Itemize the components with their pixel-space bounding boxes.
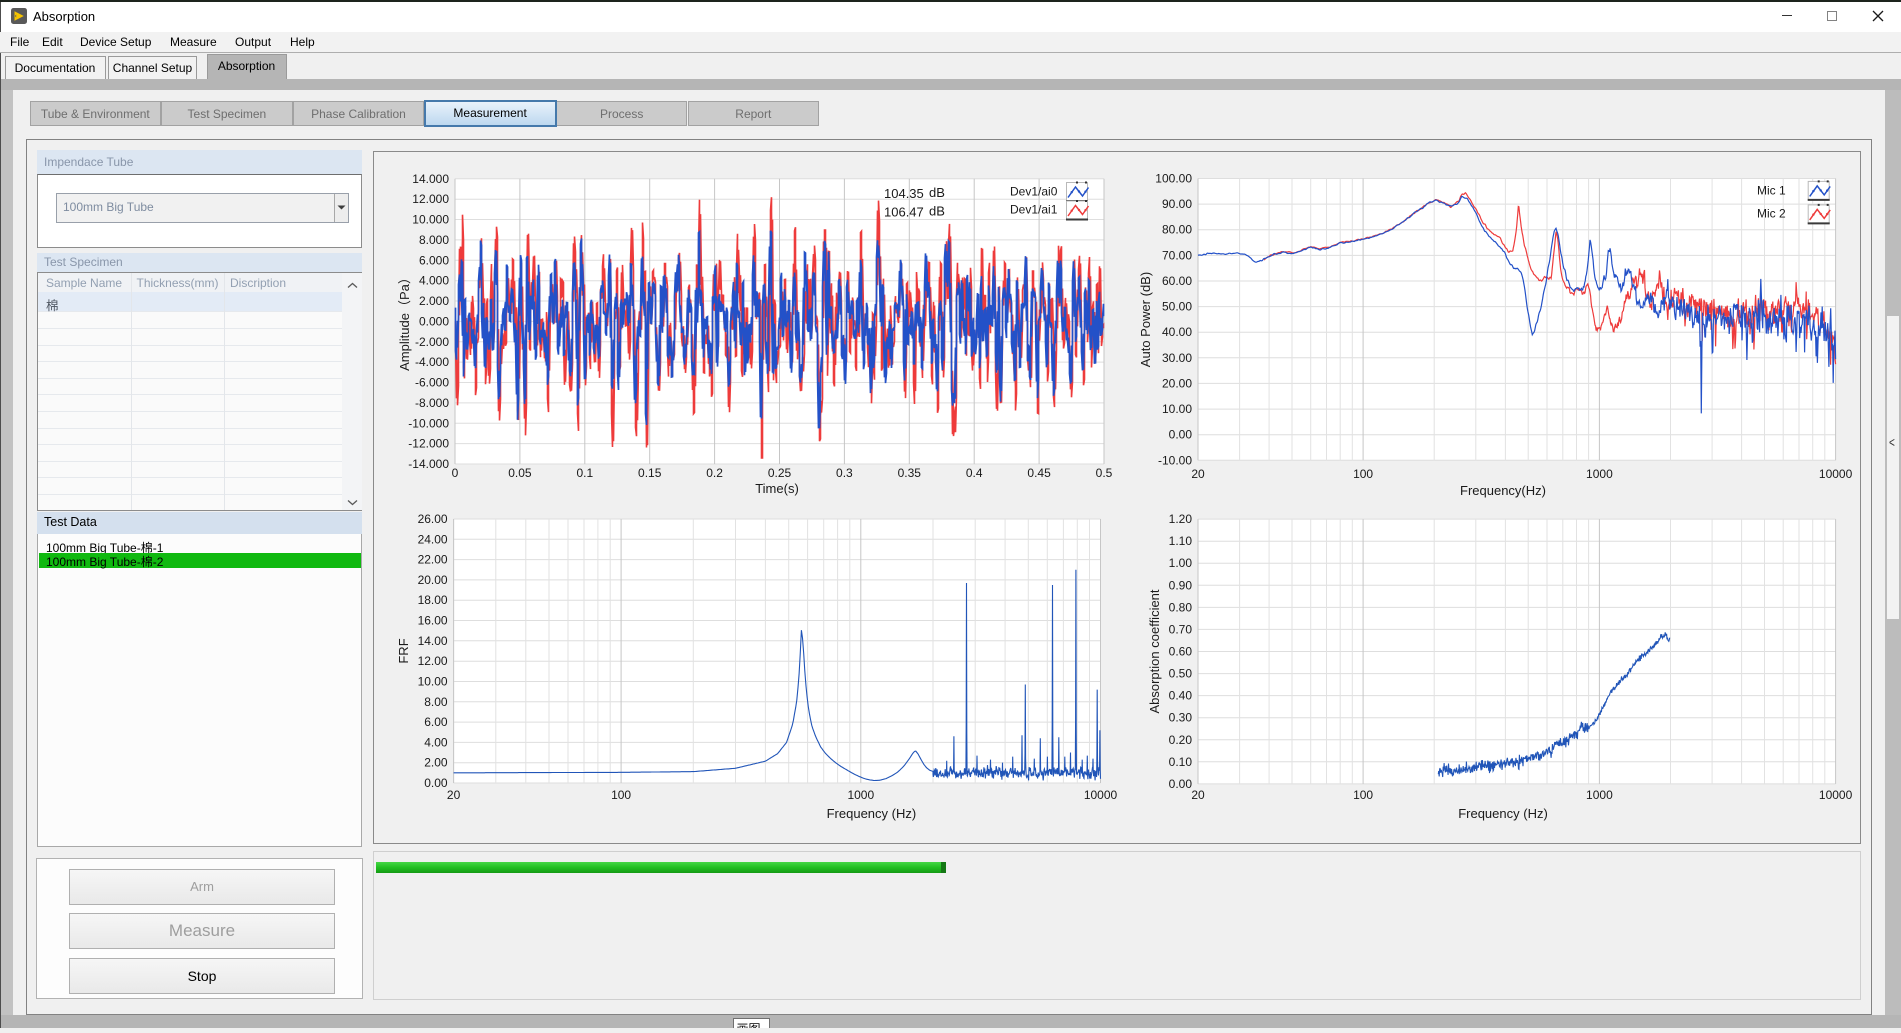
svg-text:-10.000: -10.000 xyxy=(408,416,449,430)
svg-text:14.000: 14.000 xyxy=(412,172,449,186)
svg-text:10.000: 10.000 xyxy=(412,213,449,227)
svg-text:6.000: 6.000 xyxy=(419,253,449,267)
svg-text:0.1: 0.1 xyxy=(576,466,593,480)
svg-text:6.00: 6.00 xyxy=(424,715,448,729)
svg-text:70.00: 70.00 xyxy=(1162,248,1192,262)
svg-text:4.00: 4.00 xyxy=(424,735,448,749)
svg-text:Frequency (Hz): Frequency (Hz) xyxy=(1458,806,1548,821)
svg-text:Mic 2: Mic 2 xyxy=(1757,207,1786,221)
svg-text:1000: 1000 xyxy=(847,788,874,802)
svg-text:16.00: 16.00 xyxy=(418,614,448,628)
svg-text:-10.00: -10.00 xyxy=(1158,453,1192,467)
svg-text:0.00: 0.00 xyxy=(424,776,448,790)
svg-text:0.25: 0.25 xyxy=(768,466,792,480)
svg-text:14.00: 14.00 xyxy=(418,634,448,648)
svg-text:4.000: 4.000 xyxy=(419,274,449,288)
svg-text:20.00: 20.00 xyxy=(1162,376,1192,390)
svg-text:dB: dB xyxy=(929,204,945,219)
svg-text:0.60: 0.60 xyxy=(1169,645,1193,659)
svg-text:20: 20 xyxy=(1191,467,1205,481)
svg-text:10.00: 10.00 xyxy=(1162,402,1192,416)
svg-text:0.000: 0.000 xyxy=(419,314,449,328)
svg-text:1000: 1000 xyxy=(1586,788,1613,802)
svg-text:0.3: 0.3 xyxy=(836,466,853,480)
svg-text:0.00: 0.00 xyxy=(1169,428,1193,442)
svg-text:Amplitude（Pa）: Amplitude（Pa） xyxy=(397,271,412,371)
svg-text:0.80: 0.80 xyxy=(1169,600,1193,614)
svg-text:Auto Power (dB): Auto Power (dB) xyxy=(1138,272,1153,367)
svg-text:8.00: 8.00 xyxy=(424,695,448,709)
svg-text:104.35: 104.35 xyxy=(884,186,924,201)
svg-text:Dev1/ai0: Dev1/ai0 xyxy=(1010,185,1058,199)
svg-text:Mic 1: Mic 1 xyxy=(1757,184,1786,198)
svg-text:dB: dB xyxy=(929,185,945,200)
svg-text:1.10: 1.10 xyxy=(1169,534,1193,548)
svg-text:22.00: 22.00 xyxy=(418,553,448,567)
svg-text:0.50: 0.50 xyxy=(1169,667,1193,681)
svg-text:-6.000: -6.000 xyxy=(415,376,449,390)
svg-text:80.00: 80.00 xyxy=(1162,223,1192,237)
svg-text:106.47: 106.47 xyxy=(884,205,924,220)
svg-text:0.5: 0.5 xyxy=(1096,466,1113,480)
svg-text:0.90: 0.90 xyxy=(1169,578,1193,592)
svg-text:0: 0 xyxy=(452,466,459,480)
svg-text:2.00: 2.00 xyxy=(424,756,448,770)
svg-text:60.00: 60.00 xyxy=(1162,274,1192,288)
svg-text:10000: 10000 xyxy=(1084,788,1118,802)
svg-text:40.00: 40.00 xyxy=(1162,325,1192,339)
svg-text:0.30: 0.30 xyxy=(1169,711,1193,725)
svg-text:10000: 10000 xyxy=(1819,467,1853,481)
svg-text:-8.000: -8.000 xyxy=(415,396,449,410)
svg-text:8.000: 8.000 xyxy=(419,233,449,247)
svg-text:0.70: 0.70 xyxy=(1169,622,1193,636)
svg-text:0.05: 0.05 xyxy=(508,466,532,480)
svg-text:20: 20 xyxy=(447,788,461,802)
svg-text:-4.000: -4.000 xyxy=(415,355,449,369)
svg-text:90.00: 90.00 xyxy=(1162,197,1192,211)
svg-text:Time(s): Time(s) xyxy=(755,481,799,496)
svg-text:0.15: 0.15 xyxy=(638,466,662,480)
svg-text:FRF: FRF xyxy=(396,638,411,663)
svg-text:0.20: 0.20 xyxy=(1169,733,1193,747)
svg-text:12.00: 12.00 xyxy=(418,654,448,668)
svg-text:1.00: 1.00 xyxy=(1169,556,1193,570)
svg-text:-14.000: -14.000 xyxy=(408,457,449,471)
svg-text:Frequency (Hz): Frequency (Hz) xyxy=(827,806,917,821)
svg-text:100.00: 100.00 xyxy=(1155,172,1192,186)
svg-text:Dev1/ai1: Dev1/ai1 xyxy=(1010,203,1058,217)
svg-text:100: 100 xyxy=(1353,467,1373,481)
svg-text:-2.000: -2.000 xyxy=(415,335,449,349)
svg-text:30.00: 30.00 xyxy=(1162,351,1192,365)
svg-text:0.4: 0.4 xyxy=(966,466,983,480)
svg-text:Absorption coefficient: Absorption coefficient xyxy=(1147,589,1162,713)
svg-text:20: 20 xyxy=(1191,788,1205,802)
svg-text:0.2: 0.2 xyxy=(706,466,723,480)
svg-text:100: 100 xyxy=(1353,788,1373,802)
svg-text:-12.000: -12.000 xyxy=(408,437,449,451)
svg-text:10.00: 10.00 xyxy=(418,675,448,689)
svg-text:100: 100 xyxy=(611,788,631,802)
svg-text:24.00: 24.00 xyxy=(418,532,448,546)
svg-text:0.40: 0.40 xyxy=(1169,689,1193,703)
svg-text:18.00: 18.00 xyxy=(418,593,448,607)
svg-text:20.00: 20.00 xyxy=(418,573,448,587)
svg-text:0.45: 0.45 xyxy=(1027,466,1051,480)
svg-text:2.000: 2.000 xyxy=(419,294,449,308)
svg-text:Frequency(Hz): Frequency(Hz) xyxy=(1460,483,1546,498)
svg-text:0.10: 0.10 xyxy=(1169,755,1193,769)
svg-text:50.00: 50.00 xyxy=(1162,300,1192,314)
svg-text:10000: 10000 xyxy=(1819,788,1853,802)
svg-text:12.000: 12.000 xyxy=(412,192,449,206)
svg-text:26.00: 26.00 xyxy=(418,512,448,526)
svg-text:1000: 1000 xyxy=(1586,467,1613,481)
svg-text:0.00: 0.00 xyxy=(1169,777,1193,791)
svg-text:1.20: 1.20 xyxy=(1169,512,1193,526)
svg-text:0.35: 0.35 xyxy=(898,466,922,480)
